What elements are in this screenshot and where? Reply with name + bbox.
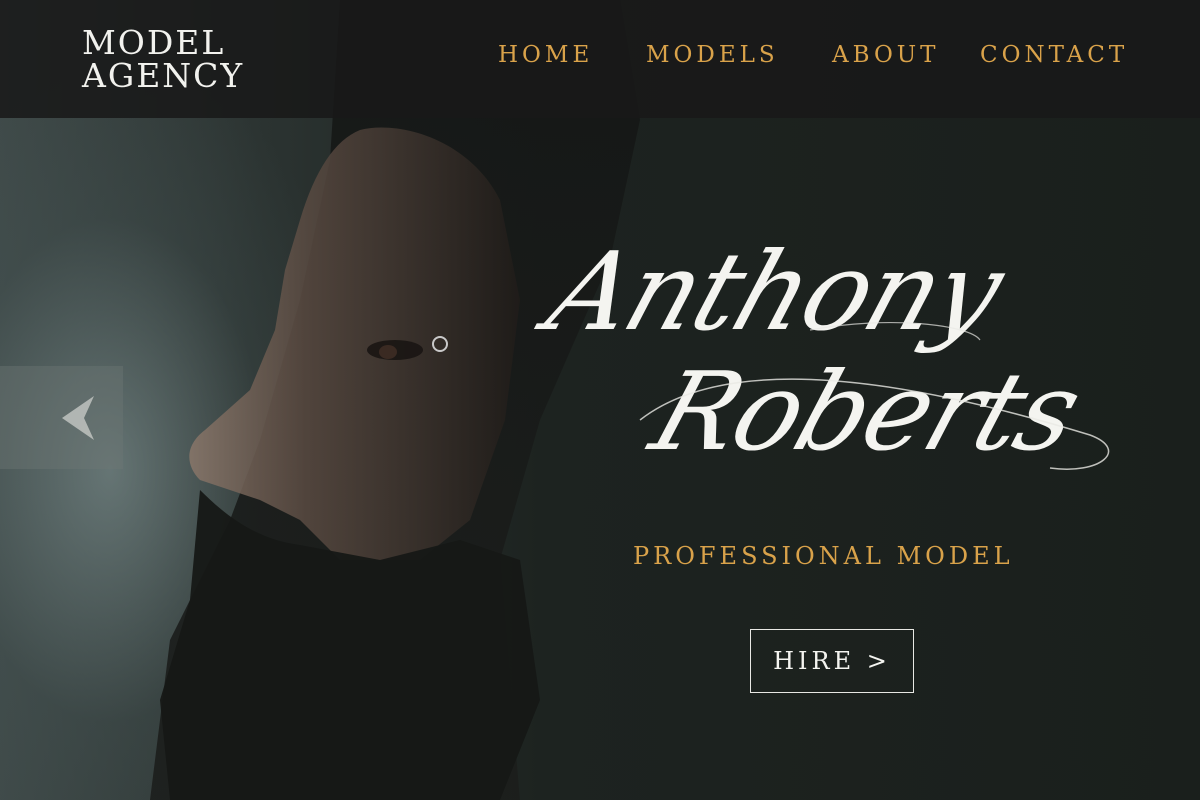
nav-item-contact[interactable]: CONTACT [980,42,1128,72]
hire-button[interactable]: HIRE > [750,629,914,693]
previous-slide-button[interactable] [0,366,123,469]
logo-line-2: AGENCY [82,56,245,95]
chevron-left-icon [50,394,96,446]
nav-item-models[interactable]: MODELS [646,42,779,72]
signature-flourish [639,321,1110,470]
model-agency-page: MODEL AGENCY HOME MODELS ABOUT CONTACT A… [0,0,1200,800]
nav-item-about[interactable]: ABOUT [832,42,940,72]
agency-logo[interactable]: MODEL AGENCY [82,26,244,92]
site-header: MODEL AGENCY HOME MODELS ABOUT CONTACT [0,0,1200,118]
model-name-signature: Anthony Roberts [530,230,1130,500]
model-title: PROFESSIONAL MODEL [633,542,1014,570]
logo-line-1: MODEL [82,23,226,62]
nav-item-home[interactable]: HOME [498,42,593,72]
